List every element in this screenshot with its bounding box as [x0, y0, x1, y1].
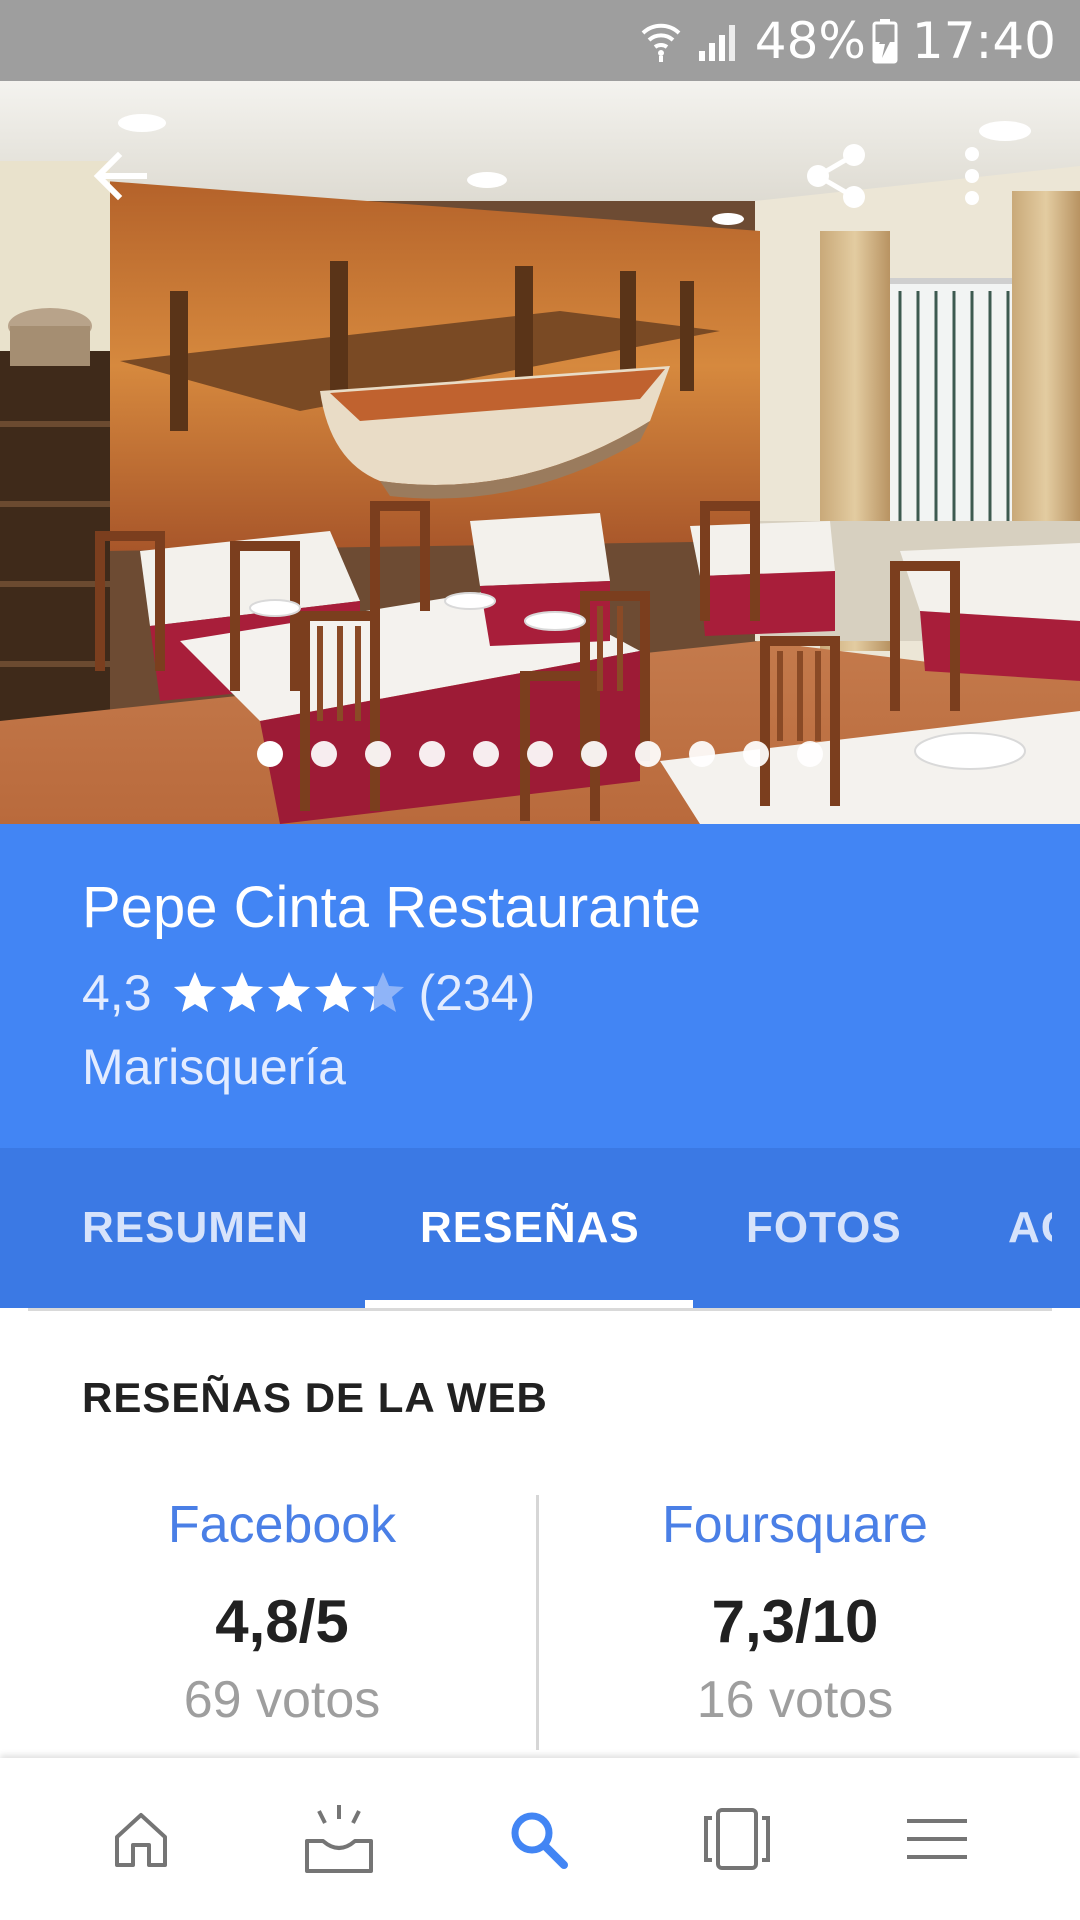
clock: 17:40 — [911, 11, 1056, 70]
share-icon[interactable] — [787, 126, 887, 226]
search-icon[interactable] — [438, 1758, 638, 1920]
source-name[interactable]: Facebook — [12, 1495, 552, 1555]
signal-icon — [697, 19, 741, 63]
review-source-foursquare[interactable]: Foursquare 7,3/10 16 votos — [525, 1495, 1065, 1730]
more-vert-icon[interactable] — [922, 126, 1022, 226]
home-icon[interactable] — [41, 1758, 241, 1920]
tab-fotos[interactable]: FOTOS — [746, 1148, 902, 1308]
tab-resumen[interactable]: RESUMEN — [82, 1148, 309, 1308]
source-votes: 16 votos — [696, 1671, 894, 1729]
hero-actions — [0, 81, 1080, 261]
carousel-dot — [581, 741, 607, 767]
carousel-dot — [689, 741, 715, 767]
rating-value: 4,3 — [82, 965, 152, 1021]
menu-icon[interactable] — [837, 1758, 1037, 1920]
divider — [28, 1308, 1052, 1311]
carousel-dot — [365, 741, 391, 767]
place-header: Pepe Cinta Restaurante 4,3 (234) Marisqu… — [0, 824, 1080, 1148]
battery-percent: 48% — [754, 11, 866, 70]
source-votes: 69 votos — [183, 1671, 381, 1729]
carousel-dot — [743, 741, 769, 767]
source-score: 4,8/5 — [215, 1588, 349, 1655]
review-source-facebook[interactable]: Facebook 4,8/5 69 votos — [12, 1495, 552, 1730]
section-title: RESEÑAS DE LA WEB — [82, 1374, 548, 1421]
wifi-icon — [639, 19, 683, 63]
carousel-dot — [527, 741, 553, 767]
place-category: Marisquería — [82, 1039, 346, 1095]
inbox-icon[interactable] — [239, 1758, 439, 1920]
tab-acerca[interactable]: AC — [1008, 1148, 1052, 1308]
star-icon — [314, 972, 357, 1012]
active-tab-indicator — [365, 1300, 693, 1308]
pages-icon[interactable] — [637, 1758, 837, 1920]
status-bar: 48% 17:40 — [0, 0, 1080, 81]
carousel-dot — [473, 741, 499, 767]
star-icon — [220, 972, 263, 1012]
photo-carousel[interactable] — [0, 81, 1080, 824]
star-icon — [361, 972, 404, 1012]
tab-bar: RESUMEN RESEÑAS FOTOS AC — [0, 1148, 1080, 1308]
place-name: Pepe Cinta Restaurante — [82, 875, 702, 940]
tab-resenas[interactable]: RESEÑAS — [420, 1148, 640, 1308]
source-score: 7,3/10 — [711, 1588, 879, 1655]
carousel-dot — [419, 741, 445, 767]
carousel-dot — [311, 741, 337, 767]
rating-row[interactable]: 4,3 (234) — [82, 964, 535, 1022]
source-name[interactable]: Foursquare — [525, 1495, 1065, 1555]
star-icon — [267, 972, 310, 1012]
review-count: (234) — [418, 965, 536, 1021]
bottom-navigation — [0, 1758, 1080, 1920]
rating-stars — [172, 970, 407, 1016]
battery-charging-icon — [872, 18, 898, 64]
star-icon — [173, 972, 216, 1012]
carousel-dot — [797, 741, 823, 767]
carousel-dot — [257, 741, 283, 767]
back-arrow-icon[interactable] — [70, 126, 170, 226]
carousel-indicator — [0, 741, 1080, 767]
carousel-dot — [635, 741, 661, 767]
